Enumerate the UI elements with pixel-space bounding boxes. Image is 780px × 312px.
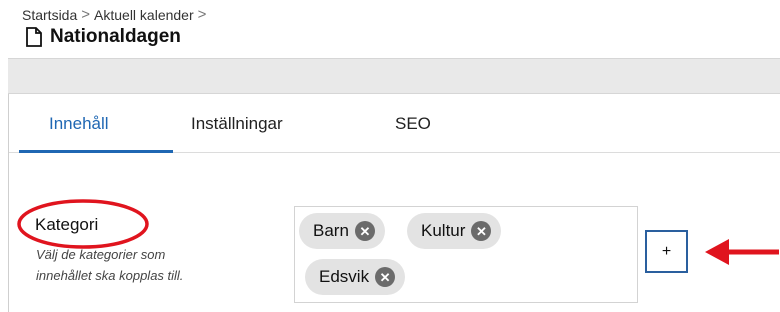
annotation-arrow-icon <box>705 239 779 265</box>
breadcrumb: Startsida > Aktuell kalender > <box>22 6 210 23</box>
tab-bar: Innehåll Inställningar SEO <box>9 94 780 153</box>
category-help-text: Välj de kategorier som innehållet ska ko… <box>36 244 266 286</box>
toolbar-strip <box>8 58 780 94</box>
category-help-line: innehållet ska kopplas till. <box>36 268 184 283</box>
tag-edsvik: Edsvik ✕ <box>305 259 406 295</box>
breadcrumb-separator-icon: > <box>81 6 91 23</box>
tag-label: Kultur <box>421 221 466 240</box>
category-label: Kategori <box>35 215 99 234</box>
close-circle-icon[interactable]: ✕ <box>354 221 375 241</box>
active-tab-indicator <box>19 150 173 153</box>
editor-panel: Innehåll Inställningar SEO Kategori Välj… <box>8 94 780 312</box>
document-icon <box>26 27 42 47</box>
tag-kultur: Kultur ✕ <box>407 213 502 249</box>
breadcrumb-item-calendar[interactable]: Aktuell kalender <box>94 7 194 23</box>
tab-content[interactable]: Innehåll <box>49 114 109 134</box>
category-help-line: Välj de kategorier som <box>36 247 166 262</box>
category-tag-field[interactable]: Barn ✕ Kultur ✕ Edsvik ✕ <box>294 206 638 303</box>
tag-label: Edsvik <box>319 267 370 286</box>
breadcrumb-separator-icon: > <box>197 6 207 23</box>
page-title: Nationaldagen <box>50 26 181 47</box>
tab-settings[interactable]: Inställningar <box>191 114 283 134</box>
tag-label: Barn <box>313 221 349 240</box>
tag-barn: Barn ✕ <box>299 213 385 249</box>
close-circle-icon[interactable]: ✕ <box>375 267 396 287</box>
breadcrumb-item-home[interactable]: Startsida <box>22 7 77 23</box>
title-row: Nationaldagen <box>22 26 181 48</box>
add-category-button[interactable]: + <box>645 230 688 273</box>
tab-seo[interactable]: SEO <box>395 114 431 134</box>
close-circle-icon[interactable]: ✕ <box>471 221 492 241</box>
page-header: Startsida > Aktuell kalender > Nationald… <box>0 0 780 58</box>
